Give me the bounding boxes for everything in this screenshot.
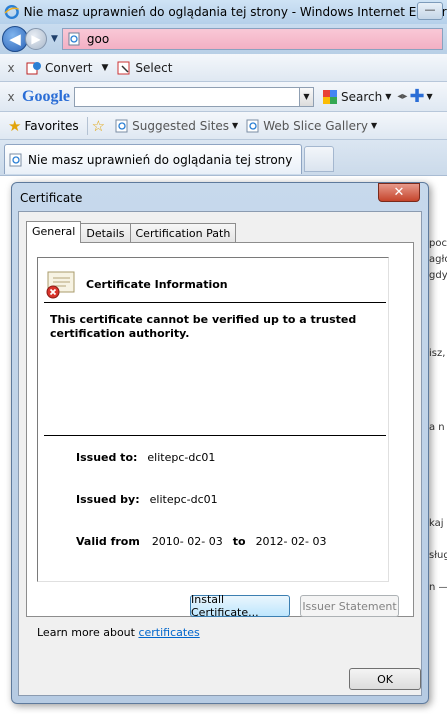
more-arrow-icon[interactable]: ◂▸: [397, 91, 407, 102]
issued-by-label: Issued by:: [76, 493, 140, 506]
valid-from-row: Valid from 2010- 02- 03 to 2012- 02- 03: [76, 535, 326, 548]
page-text-fragment: agło: [429, 254, 447, 265]
certificate-dialog: Certificate ✕ General Details Certificat…: [11, 182, 429, 704]
convert-button[interactable]: Convert ▼: [22, 60, 112, 76]
issuer-statement-button[interactable]: Issuer Statement: [300, 595, 399, 617]
issued-by-row: Issued by: elitepc-dc01: [76, 493, 218, 506]
valid-from-value: 2010- 02- 03: [151, 535, 223, 548]
page-text-fragment: n —: [429, 582, 447, 593]
forward-button[interactable]: ▶: [25, 28, 47, 50]
certificate-error-icon: [46, 271, 75, 299]
google-search-button[interactable]: Search ▼: [318, 89, 395, 105]
browser-tab[interactable]: Nie masz uprawnień do oglądania tej stro…: [4, 144, 302, 174]
plus-icon[interactable]: ✚: [409, 86, 424, 107]
chevron-down-icon: ▼: [232, 121, 239, 130]
certificates-link[interactable]: certificates: [138, 626, 199, 639]
ok-button[interactable]: OK: [349, 668, 421, 690]
star-icon: ★: [8, 116, 22, 135]
search-label: Search: [341, 89, 383, 104]
favorites-bar: ★ Favorites ☆ Suggested Sites ▼ Web Slic…: [0, 112, 447, 140]
browser-title-bar: Nie masz uprawnień do oglądania tej stro…: [0, 0, 447, 24]
close-toolbar-icon[interactable]: x: [0, 90, 22, 104]
browser-title: Nie masz uprawnień do oglądania tej stro…: [23, 5, 447, 19]
google-logo: Google: [22, 87, 70, 105]
separator: [86, 116, 88, 135]
valid-from-label: Valid from: [76, 535, 140, 548]
internet-explorer-icon: [4, 4, 19, 20]
tab-general[interactable]: General: [26, 221, 82, 243]
page-text-fragment: sług: [429, 550, 447, 561]
certificate-info-box: Certificate Information This certificate…: [37, 257, 389, 582]
divider: [44, 302, 386, 303]
minimize-button[interactable]: —: [417, 2, 443, 20]
page-icon: [68, 32, 80, 46]
google-g-icon: [323, 89, 337, 104]
chevron-down-icon: ▼: [370, 121, 378, 130]
history-dropdown-icon[interactable]: ▼: [51, 34, 58, 44]
dialog-body: General Details Certification Path Certi…: [18, 211, 422, 696]
valid-to-label: to: [232, 535, 246, 548]
web-slice-gallery-label: Web Slice Gallery: [263, 118, 368, 133]
add-favorite-icon[interactable]: ☆: [92, 117, 105, 135]
suggested-sites-label: Suggested Sites: [132, 118, 230, 133]
back-arrow-icon: ◀: [9, 30, 21, 48]
forward-arrow-icon: ▶: [31, 32, 41, 46]
tab-details[interactable]: Details: [80, 223, 131, 243]
chevron-down-icon[interactable]: ▼: [427, 92, 433, 101]
valid-to-value: 2012- 02- 03: [255, 535, 327, 548]
tab-strip: Nie masz uprawnień do oglądania tej stro…: [0, 140, 447, 176]
info-title: Certificate Information: [86, 278, 228, 291]
page-text-fragment: gdy: [429, 270, 447, 281]
page-text-fragment: isz,: [429, 348, 446, 359]
pdf-convert-icon: [26, 61, 41, 74]
convert-label: Convert: [45, 60, 93, 75]
certificate-warning: This certificate cannot be verified up t…: [50, 313, 357, 340]
google-search-input[interactable]: [74, 86, 300, 107]
page-text-fragment: kaj: [429, 518, 444, 529]
learn-more-text: Learn more about: [37, 626, 139, 639]
tab-title: Nie masz uprawnień do oglądania tej stro…: [28, 152, 293, 167]
dialog-title: Certificate: [20, 191, 83, 205]
issued-by-value: elitepc-dc01: [149, 493, 218, 506]
url-text: goo: [86, 32, 110, 46]
suggested-sites-button[interactable]: Suggested Sites ▼: [111, 119, 242, 133]
dialog-tabs: General Details Certification Path: [26, 221, 237, 243]
ie-page-icon: [246, 119, 259, 132]
google-toolbar: x Google ▼ Search ▼ ◂▸ ✚ ▼: [0, 82, 447, 112]
page-text-fragment: a n: [429, 422, 445, 433]
issued-to-label: Issued to:: [76, 451, 138, 464]
learn-more: Learn more about certificates: [37, 626, 200, 639]
select-icon: [117, 61, 130, 74]
chevron-down-icon: ▼: [385, 92, 392, 101]
address-bar: ◀ ▶ ▼ goo: [0, 24, 447, 54]
tab-certification-path[interactable]: Certification Path: [129, 223, 237, 243]
select-label: Select: [135, 60, 173, 75]
ie-page-icon: [115, 119, 128, 132]
select-button[interactable]: Select: [112, 60, 176, 76]
web-slice-gallery-button[interactable]: Web Slice Gallery ▼: [242, 119, 381, 133]
convert-toolbar: x Convert ▼ Select: [0, 54, 447, 82]
install-certificate-button[interactable]: Install Certificate...: [190, 593, 290, 619]
issued-to-row: Issued to: elitepc-dc01: [76, 451, 215, 464]
favorites-button[interactable]: ★ Favorites: [0, 117, 83, 135]
general-tab-panel: Certificate Information This certificate…: [26, 242, 414, 617]
new-tab-button[interactable]: [304, 146, 334, 172]
close-toolbar-icon[interactable]: x: [0, 61, 22, 75]
issued-to-value: elitepc-dc01: [147, 451, 216, 464]
url-field[interactable]: goo: [61, 28, 443, 50]
chevron-down-icon: ▼: [101, 62, 109, 73]
page-text-fragment: poc: [429, 238, 447, 249]
google-search-dropdown[interactable]: ▼: [300, 86, 314, 107]
ie-page-icon: [9, 153, 22, 166]
divider: [44, 435, 386, 436]
close-icon: ✕: [393, 185, 405, 200]
favorites-label: Favorites: [24, 118, 79, 133]
close-button[interactable]: ✕: [378, 183, 420, 202]
